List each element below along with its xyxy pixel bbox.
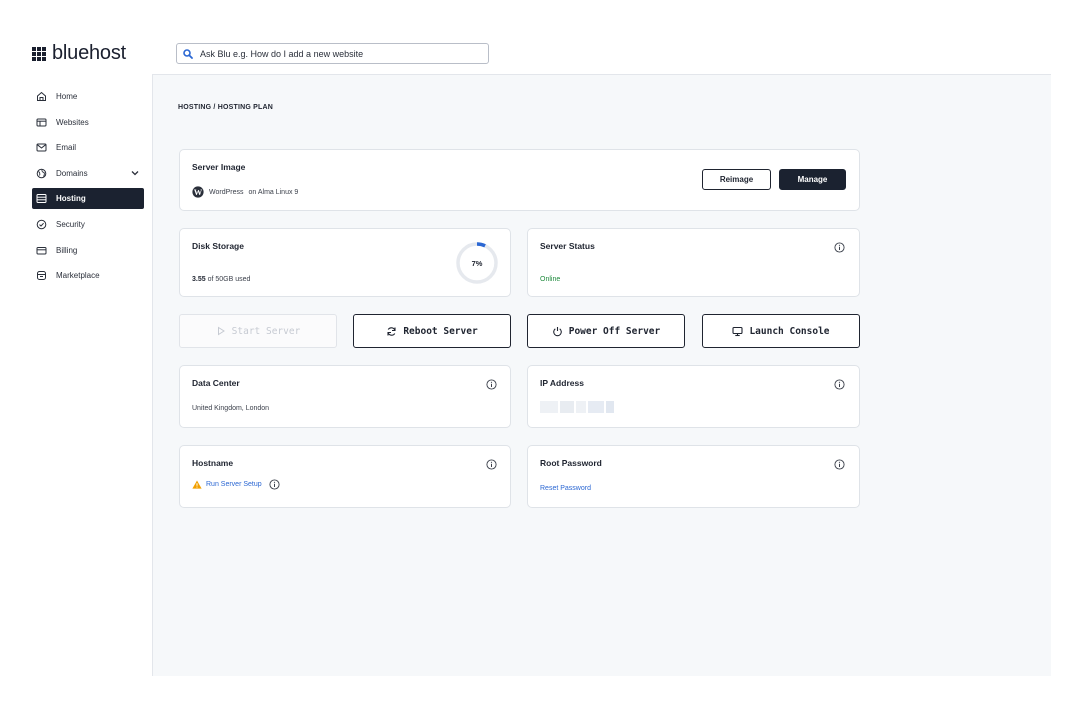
search-icon: [183, 48, 193, 59]
server-icon: [36, 194, 47, 204]
reimage-button[interactable]: Reimage: [702, 169, 771, 190]
info-icon[interactable]: [834, 459, 845, 470]
logo-grid-icon: [32, 46, 46, 61]
email-icon: [36, 143, 47, 152]
sidebar-item-label: Billing: [56, 245, 78, 255]
server-image-os: W WordPress on Alma Linux 9: [192, 186, 298, 198]
ip-address-title: IP Address: [540, 378, 584, 388]
brand-name: bluehost: [52, 42, 127, 64]
info-icon[interactable]: [486, 379, 497, 390]
monitor-icon: [732, 326, 744, 336]
sidebar-item-label: Domains: [56, 168, 88, 178]
sidebar-item-home[interactable]: Home: [32, 86, 144, 107]
disk-usage: 3.55 of 50GB used: [192, 276, 250, 283]
store-icon: [37, 271, 46, 281]
refresh-icon: [387, 326, 396, 336]
disk-used-value: 3.55: [192, 276, 206, 283]
play-icon: [217, 326, 225, 336]
reboot-server-label: Reboot Server: [403, 325, 478, 337]
start-server-button[interactable]: Start Server: [179, 314, 337, 348]
shield-icon: [36, 219, 47, 230]
data-center-value: United Kingdom, London: [192, 405, 270, 412]
hostname-title: Hostname: [192, 458, 234, 468]
run-server-setup-link[interactable]: Run Server Setup: [206, 481, 262, 488]
sidebar-item-hosting[interactable]: Hosting: [32, 188, 144, 210]
data-center-title: Data Center: [192, 378, 240, 388]
sidebar-item-label: Security: [56, 219, 85, 229]
globe-icon: [36, 168, 47, 179]
power-icon: [552, 326, 562, 336]
server-status-title: Server Status: [540, 241, 595, 251]
launch-console-button[interactable]: Launch Console: [702, 314, 860, 348]
reset-password-link[interactable]: Reset Password: [540, 485, 591, 492]
disk-storage-card: Disk Storage 3.55 of 50GB used 7%: [179, 228, 511, 297]
root-password-title: Root Password: [540, 458, 602, 468]
info-icon[interactable]: [834, 379, 845, 390]
os-detail: on Alma Linux 9: [248, 188, 299, 196]
start-server-label: Start Server: [231, 325, 301, 337]
info-icon[interactable]: [269, 479, 280, 490]
sidebar-item-security[interactable]: Security: [32, 214, 144, 235]
sidebar-item-websites[interactable]: Websites: [32, 112, 144, 133]
info-icon[interactable]: [486, 459, 497, 470]
launch-console-label: Launch Console: [749, 325, 830, 337]
warning-icon: [192, 480, 202, 489]
sidebar-item-label: Websites: [56, 117, 89, 127]
server-image-card: Server Image W WordPress on Alma Linux 9…: [179, 149, 860, 211]
power-off-server-button[interactable]: Power Off Server: [527, 314, 685, 348]
main-content: HOSTING / HOSTING PLAN Server Image W Wo…: [152, 75, 1051, 676]
hostname-card: Hostname Run Server Setup: [179, 445, 511, 508]
sidebar-item-label: Home: [56, 92, 78, 101]
reboot-server-button[interactable]: Reboot Server: [353, 314, 511, 348]
disk-percent-label: 7%: [472, 259, 483, 268]
search-bar[interactable]: [176, 43, 489, 64]
search-input[interactable]: [200, 48, 488, 59]
wordpress-icon: W: [192, 186, 204, 198]
disk-usage-ring: 7%: [456, 242, 498, 284]
breadcrumb: HOSTING / HOSTING PLAN: [178, 104, 274, 111]
disk-storage-title: Disk Storage: [192, 241, 244, 251]
ip-address-redacted: [540, 401, 614, 413]
server-status-value: Online: [540, 276, 561, 283]
data-center-card: Data Center United Kingdom, London: [179, 365, 511, 428]
hostname-setup-row: Run Server Setup: [192, 479, 280, 490]
sidebar-item-marketplace[interactable]: Marketplace: [32, 265, 144, 286]
info-icon[interactable]: [834, 242, 845, 253]
power-off-server-label: Power Off Server: [568, 325, 661, 337]
sidebar-item-billing[interactable]: Billing: [32, 240, 144, 261]
manage-button[interactable]: Manage: [779, 169, 846, 190]
disk-used-suffix: of 50GB used: [207, 276, 251, 283]
sidebar-item-domains[interactable]: Domains: [32, 163, 144, 184]
root-password-row: Reset Password: [540, 485, 591, 492]
root-password-card: Root Password Reset Password: [527, 445, 860, 508]
ip-address-card: IP Address: [527, 365, 860, 428]
home-icon: [37, 91, 46, 101]
sidebar-item-label: Hosting: [56, 194, 86, 204]
credit-card-icon: [36, 246, 47, 255]
chevron-down-icon[interactable]: [130, 168, 140, 178]
svg-text:W: W: [194, 187, 203, 197]
os-name: WordPress: [209, 188, 244, 196]
server-image-title: Server Image: [192, 162, 246, 172]
sidebar-item-label: Marketplace: [56, 271, 100, 281]
bluehost-logo[interactable]: bluehost: [32, 42, 126, 65]
websites-icon: [36, 118, 47, 127]
server-status-card: Server Status Online: [527, 228, 860, 297]
sidebar-item-label: Email: [56, 143, 77, 153]
sidebar-nav: Home Websites Email Domains Hosting Secu…: [32, 86, 144, 291]
sidebar-item-email[interactable]: Email: [32, 137, 144, 158]
